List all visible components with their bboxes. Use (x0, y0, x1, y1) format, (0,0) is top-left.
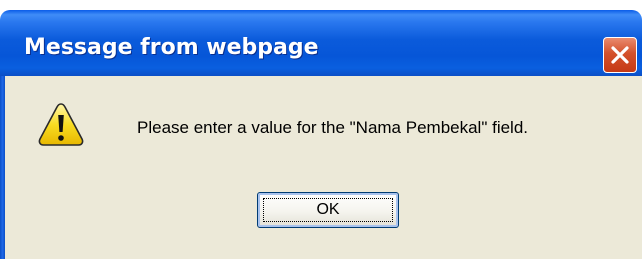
warning-icon (38, 103, 84, 146)
window-border (0, 76, 5, 259)
message-dialog: Message from webpage Please enter a valu… (0, 0, 642, 259)
ok-button-label: OK (316, 201, 340, 218)
ok-button[interactable]: OK (257, 192, 399, 228)
close-button[interactable] (603, 37, 637, 73)
close-icon (611, 46, 629, 64)
dialog-titlebar[interactable]: Message from webpage (0, 10, 642, 76)
dialog-title: Message from webpage (24, 35, 319, 60)
dialog-body (0, 76, 642, 259)
dialog-message: Please enter a value for the "Nama Pembe… (137, 118, 528, 137)
